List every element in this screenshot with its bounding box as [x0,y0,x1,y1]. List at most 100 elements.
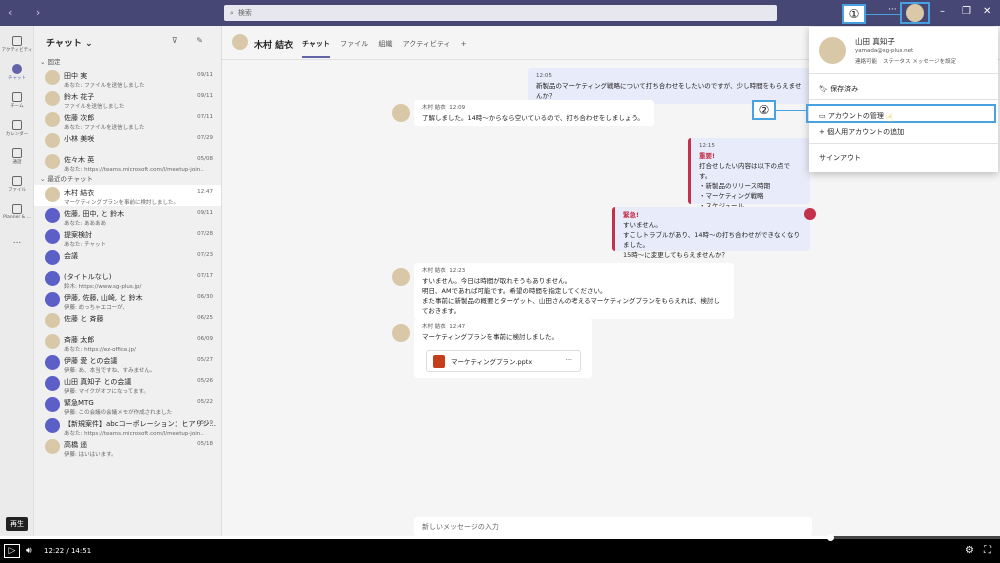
rail-activity[interactable]: アクティビティ [0,34,34,60]
minimize-icon[interactable]: – [940,6,945,17]
avatar [819,37,846,64]
bookmark-icon: 🔖︎ [819,85,828,93]
play-button[interactable]: ▷ [4,544,20,558]
chat-preview: 伊藤: あ、本当ですね、すみません。 [64,368,156,374]
chat-date: 05/18 [197,441,213,447]
chat-preview: 鈴木: https://www.sg-plus.jp/ [64,284,142,290]
chat-preview: あなた: チャット [64,242,107,248]
tab-org[interactable]: 組織 [378,40,392,48]
video-player: ▷ 🔊︎ 12:22 / 14:51 ⚙︎ ⛶ [0,534,1000,563]
filter-icon[interactable]: ⊽ ✎ [172,36,211,45]
list-item[interactable]: (タイトルなし) 鈴木: https://www.sg-plus.jp/07/17 [34,269,221,290]
list-item[interactable]: 緊急MTG 伊藤: この会議の会議メモが作成されました 05/22 [34,395,221,416]
tab-chat[interactable]: チャット [302,40,330,58]
chat-date: 07/29 [197,135,213,141]
add-personal-account-button[interactable]: + 個人用アカウントの追加 [819,127,904,137]
planner-icon [12,204,22,214]
file-attachment[interactable]: マーケティングプラン.pptx ··· [426,350,581,372]
rail-files[interactable]: ファイル [0,174,34,200]
chat-date: 05/08 [197,156,213,162]
list-item[interactable]: 会議 07/23 [34,248,221,269]
tab-activity[interactable]: アクティビティ [403,40,451,48]
rail-planner[interactable]: Planner & ... [0,202,34,228]
chat-preview: あなた: ファイルを送信しました [64,83,145,89]
volume-icon[interactable]: 🔊︎ [26,546,32,556]
avatar [392,324,410,342]
chat-preview: 伊藤: マイクがオフになってます。 [64,389,149,395]
chat-preview: あなた: https://teams.microsoft.com/l/meetu… [64,167,204,173]
avatar [45,112,60,127]
tab-files[interactable]: ファイル [340,40,368,48]
list-item[interactable]: 佐藤 次郎 あなた: ファイルを送信しました 07/11 [34,110,221,131]
progress-track[interactable] [0,534,1000,541]
chevron-down-icon[interactable]: ⌄ [85,39,93,49]
callout-1-line [865,14,901,15]
gear-icon[interactable]: ⚙︎ [965,545,974,556]
section-recent[interactable]: ⌄ 最近のチャット [34,173,221,185]
progress-knob[interactable] [827,534,834,541]
list-item[interactable]: 【新規案件】abcコーポレーション：ヒアリン... あなた: https://te… [34,416,221,437]
list-item[interactable]: 鈴木 花子 ファイルを送信しました 09/11 [34,89,221,110]
avatar [392,104,410,122]
chat-preview: あなた: https://teams.microsoft.com/l/meetu… [64,431,204,437]
restore-icon[interactable]: ❐ [962,6,971,17]
list-item[interactable]: 小林 美咲 07/29 [34,131,221,152]
phone-icon [12,148,22,158]
chat-preview: ファイルを送信しました [64,104,125,110]
chat-date: 06/09 [197,336,213,342]
chat-date: 07/28 [197,231,213,237]
avatar [45,208,60,223]
message: 木村 結衣 12:23 すいません。今日は時間が取れそうもありません。 明日、A… [414,263,734,319]
rail-teams[interactable]: チーム [0,90,34,116]
list-item[interactable]: 田中 実あなた: ファイルを送信しました 09/11 [34,68,221,89]
avatar [45,313,60,328]
chat-preview: マーケティングプランを事前に検討しました。 [64,200,180,206]
bell-icon [12,36,22,46]
message: 緊急! すいません。 すこしトラブルがあり、14時～の打ち合わせができなくなりま… [612,207,810,259]
list-item[interactable]: 伊藤 愛 との会議 伊藤: あ、本当ですね、すみません。 05/27 [34,353,221,374]
search-input[interactable]: ⌕ 検索 [224,5,777,21]
list-item[interactable]: 提案検討 あなた: チャット 07/28 [34,227,221,248]
compose-input[interactable]: 新しいメッセージの入力 [414,517,812,536]
saved-button[interactable]: 🔖︎ 保存済み [819,84,858,94]
rail-calls[interactable]: 通話 [0,146,34,172]
app-rail: アクティビティ チャット チーム カレンダー 通話 ファイル Planner &… [0,26,34,536]
powerpoint-icon [433,355,445,368]
avatar [45,133,60,148]
list-item[interactable]: 伊藤, 佐藤, 山崎, と 鈴木 伊藤: めっちゃエコーが、 06/30 [34,290,221,311]
close-icon[interactable]: ✕ [983,6,991,17]
avatar [45,250,60,265]
signout-button[interactable]: サインアウト [819,153,861,163]
play-tooltip: 再生 [6,517,28,531]
teams-icon [12,92,22,102]
search-icon: ⌕ [230,9,234,17]
chat-preview: 伊藤: はいはいます。 [64,452,117,458]
list-item[interactable]: 佐々木 英あなた: https://teams.microsoft.com/l/… [34,152,221,173]
list-item[interactable]: 高橋 遥伊藤: はいはいます。 05/18 [34,437,221,458]
section-pinned[interactable]: ⌄ 固定 [34,56,221,68]
list-item[interactable]: 斉藤 太郎 あなた: https://ez-office.jp/06/09 [34,332,221,353]
rail-more[interactable]: ... [0,236,34,262]
list-item[interactable]: 山田 真知子 との会議 伊藤: マイクがオフになってます。 05/26 [34,374,221,395]
chat-date: 07/23 [197,252,213,258]
more-icon[interactable]: ··· [566,356,572,364]
list-item[interactable]: 木村 結衣 マーケティングプランを事前に検討しました。 12:47 [34,185,221,206]
add-tab-button[interactable]: + [461,40,467,48]
list-item[interactable]: 佐藤, 田中, と 鈴木 あなた: ああああ 09/11 [34,206,221,227]
rail-chat[interactable]: チャット [0,62,34,88]
fullscreen-icon[interactable]: ⛶ [984,545,991,556]
chat-preview: 伊藤: この会議の会議メモが作成されました [64,410,173,416]
chat-date: 09/11 [197,93,213,99]
chat-date: 06/25 [197,315,213,321]
message: 12:15 重要! 打合せしたい内容は以下の点です。 ・新製品のリリース時期 ・… [688,138,810,210]
avatar [45,376,60,391]
conversation-title: 木村 結衣 [254,41,294,51]
chat-date: 05/22 [197,399,213,405]
chat-date: 09/11 [197,210,213,216]
nav-arrows[interactable]: ‹ › [8,6,50,19]
time-readout: 12:22 / 14:51 [44,547,92,555]
avatar [45,271,60,286]
rail-calendar[interactable]: カレンダー [0,118,34,144]
list-item[interactable]: 佐藤 と 斉藤 06/25 [34,311,221,332]
chat-icon [12,64,22,74]
